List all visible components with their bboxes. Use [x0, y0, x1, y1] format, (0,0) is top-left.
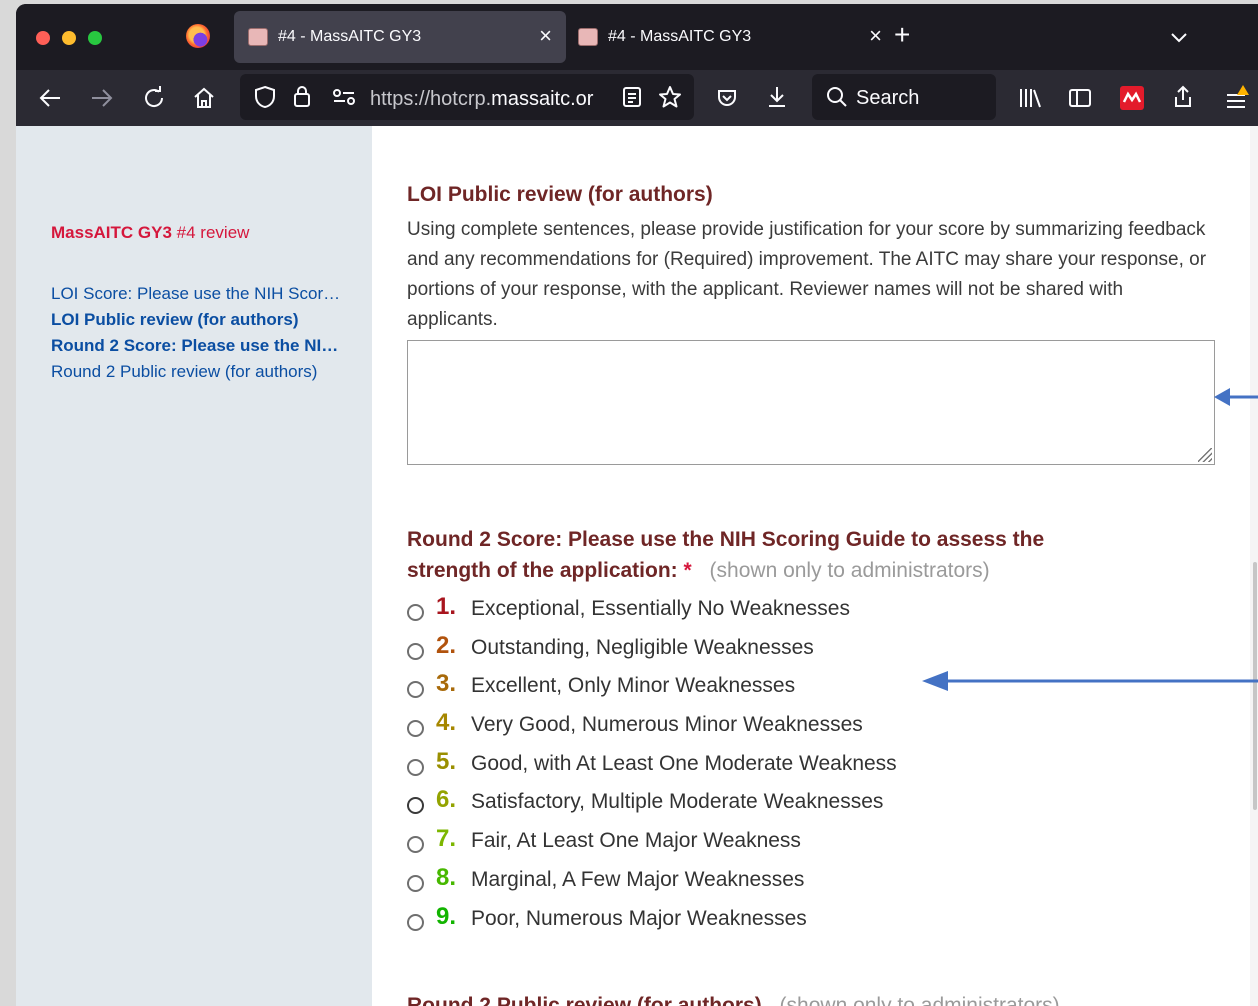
required-mark: * — [683, 559, 692, 582]
page-content: MassAITC GY3 #4 review LOI Score: Please… — [16, 126, 1258, 1006]
downloads-icon[interactable] — [766, 85, 788, 109]
round2-public-review-heading: Round 2 Public review (for authors) (sho… — [407, 990, 1060, 1006]
close-window-button[interactable] — [36, 31, 50, 45]
score-number: 9. — [436, 902, 457, 930]
back-icon[interactable] — [38, 87, 62, 109]
score-label[interactable]: Good, with At Least One Moderate Weaknes… — [471, 752, 897, 776]
score-label[interactable]: Very Good, Numerous Minor Weaknesses — [471, 713, 863, 737]
radio-button[interactable] — [407, 604, 424, 621]
search-icon — [827, 87, 847, 107]
close-tab-icon[interactable]: × — [539, 23, 552, 49]
sidebar-link-round2-score[interactable]: Round 2 Score: Please use the NIH Scorin… — [51, 333, 343, 359]
browser-window: #4 - MassAITC GY3 × #4 - MassAITC GY3 × … — [16, 4, 1258, 1006]
radio-button[interactable] — [407, 836, 424, 854]
score-label[interactable]: Exceptional, Essentially No Weaknesses — [471, 597, 850, 621]
sidebar-toggle-icon[interactable] — [1068, 87, 1092, 109]
sidebar-link-round2-public-review[interactable]: Round 2 Public review (for authors) — [51, 359, 343, 385]
url-text[interactable]: https://hotcrp.massaitc.or — [370, 88, 630, 111]
sidebar-links: LOI Score: Please use the NIH Scoring Gu… — [51, 281, 351, 385]
sidebar-link-loi-score[interactable]: LOI Score: Please use the NIH Scoring Gu… — [51, 281, 343, 307]
score-number: 8. — [436, 863, 457, 891]
pocket-icon[interactable] — [716, 87, 738, 109]
nav-toolbar: https://hotcrp.massaitc.or Search — [16, 70, 1258, 126]
tab-active[interactable]: #4 - MassAITC GY3 × — [234, 11, 566, 63]
extension-icon[interactable] — [1120, 86, 1144, 110]
radio-button[interactable] — [407, 758, 424, 776]
tab-title: #4 - MassAITC GY3 — [278, 28, 422, 45]
lock-icon[interactable] — [292, 84, 312, 108]
score-number: 2. — [436, 631, 457, 659]
close-tab-icon[interactable]: × — [869, 23, 882, 49]
score-number: 4. — [436, 709, 457, 737]
url-bar[interactable]: https://hotcrp.massaitc.or — [240, 74, 694, 120]
annotation-arrow-icon — [1214, 388, 1258, 406]
radio-button[interactable] — [407, 681, 424, 699]
round2-score-heading: Round 2 Score: Please use the NIH Scorin… — [407, 528, 1045, 582]
radio-button[interactable] — [407, 874, 424, 892]
new-tab-icon[interactable]: + — [894, 20, 910, 50]
score-number: 3. — [436, 670, 457, 698]
score-label[interactable]: Poor, Numerous Major Weaknesses — [471, 907, 807, 931]
home-icon[interactable] — [192, 86, 216, 110]
forward-icon[interactable] — [90, 87, 114, 109]
sidebar-link-loi-public-review[interactable]: LOI Public review (for authors) — [51, 307, 343, 333]
score-label[interactable]: Excellent, Only Minor Weaknesses — [471, 674, 795, 698]
reload-icon[interactable] — [142, 86, 166, 110]
zoom-window-button[interactable] — [88, 31, 102, 45]
tab-strip: #4 - MassAITC GY3 × #4 - MassAITC GY3 × … — [16, 4, 1258, 70]
radio-button[interactable] — [407, 913, 424, 931]
minimize-window-button[interactable] — [62, 31, 76, 45]
firefox-view-icon[interactable] — [186, 24, 210, 48]
list-all-tabs-icon[interactable] — [1168, 26, 1190, 48]
admin-only-note: (shown only to administrators) — [709, 559, 990, 582]
reader-view-icon[interactable] — [622, 86, 642, 108]
search-placeholder: Search — [856, 87, 920, 109]
bookmark-star-icon[interactable] — [658, 85, 682, 109]
loi-public-review-description: Using complete sentences, please provide… — [407, 219, 1207, 330]
menu-icon[interactable] — [1224, 84, 1250, 110]
shield-icon[interactable] — [254, 85, 276, 109]
admin-only-note: (shown only to administrators) — [779, 994, 1060, 1006]
review-sidebar: MassAITC GY3 #4 review LOI Score: Please… — [16, 126, 372, 1006]
search-box[interactable]: Search — [812, 74, 996, 120]
tab-inactive[interactable]: #4 - MassAITC GY3 × — [564, 11, 896, 63]
loi-public-review-textarea[interactable] — [407, 340, 1215, 465]
tab-title: #4 - MassAITC GY3 — [608, 28, 752, 45]
favicon-icon — [248, 28, 268, 46]
resize-handle-icon[interactable] — [1198, 448, 1212, 462]
permissions-icon[interactable] — [332, 88, 356, 106]
radio-button[interactable] — [407, 642, 424, 660]
score-label[interactable]: Fair, At Least One Major Weakness — [471, 829, 801, 853]
score-number: 6. — [436, 786, 457, 814]
annotation-arrow-icon — [922, 671, 1258, 691]
score-label[interactable]: Satisfactory, Multiple Moderate Weakness… — [471, 790, 883, 814]
radio-button[interactable] — [407, 797, 424, 815]
radio-button[interactable] — [407, 720, 424, 738]
library-icon[interactable] — [1018, 87, 1042, 109]
loi-public-review-heading: LOI Public review (for authors) — [407, 183, 713, 206]
sidebar-title[interactable]: MassAITC GY3 #4 review — [51, 223, 249, 243]
favicon-icon — [578, 28, 598, 46]
share-icon[interactable] — [1172, 85, 1194, 109]
score-number: 1. — [436, 593, 457, 620]
score-label[interactable]: Outstanding, Negligible Weaknesses — [471, 636, 814, 660]
score-number: 5. — [436, 747, 457, 775]
score-label[interactable]: Marginal, A Few Major Weaknesses — [471, 868, 804, 892]
score-number: 7. — [436, 825, 457, 853]
